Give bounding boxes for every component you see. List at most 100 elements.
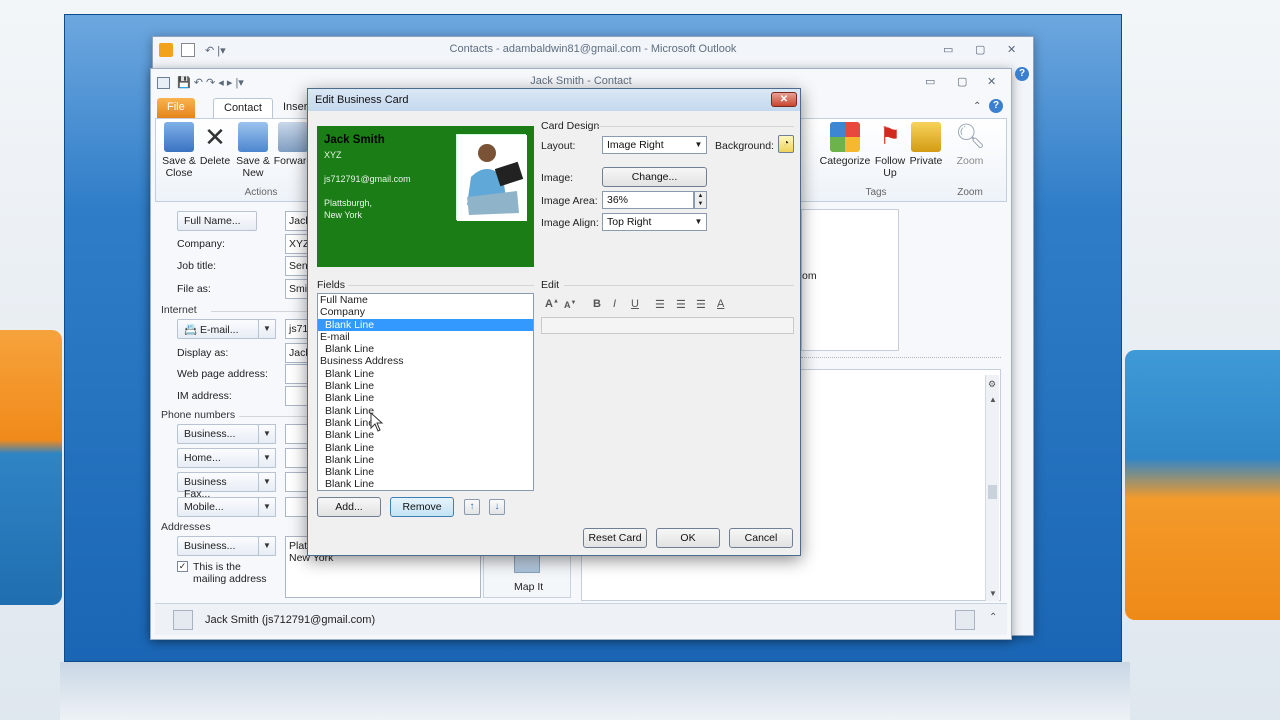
image-align-select[interactable]: Top Right ▼ [602,213,707,231]
scroll-options-icon[interactable]: ⚙ [988,379,996,390]
address-business-button[interactable]: Business... [177,536,259,556]
home-phone-button[interactable]: Home... [177,448,259,468]
scroll-down-icon[interactable]: ▼ [989,589,997,598]
grow-font-icon[interactable]: A▲ [545,298,559,310]
font-color-icon[interactable]: A [717,298,724,310]
private-button[interactable]: Private [908,122,944,167]
field-list-item[interactable]: Business Address [318,355,533,367]
field-list-item[interactable]: Blank Line [318,368,533,380]
save-new-label: Save & New [236,155,270,179]
move-up-icon[interactable]: ↑ [464,499,480,515]
full-name-button[interactable]: Full Name... [177,211,257,231]
field-list-item[interactable]: E-mail [318,331,533,343]
delete-button[interactable]: ✕ Delete [196,122,234,167]
company-field[interactable]: XYZ [285,234,309,254]
cancel-button[interactable]: Cancel [729,528,793,548]
bold-icon[interactable]: B [593,298,601,310]
edit-text-field[interactable] [541,317,794,334]
maximize-icon[interactable]: ▢ [957,75,967,88]
field-list-item[interactable]: Blank Line [318,318,533,331]
reset-card-button[interactable]: Reset Card [583,528,647,548]
email-field[interactable]: js71 [285,319,309,339]
business-phone-field[interactable] [285,424,309,444]
field-list-item[interactable]: Blank Line [318,392,533,404]
image-area-spinner[interactable]: ▲ ▼ [694,191,707,209]
change-image-button[interactable]: Change... [602,167,707,187]
field-list-item[interactable]: Blank Line [318,405,533,417]
tab-file[interactable]: File [157,98,195,118]
zoom-button[interactable]: 🔍︎ Zoom [952,122,988,167]
ribbon-collapse-icon[interactable]: ⌃ [973,101,981,112]
business-fax-field[interactable] [285,472,309,492]
phone-section-label: Phone numbers [161,409,236,421]
move-down-icon[interactable]: ↓ [489,499,505,515]
section-divider [598,126,794,127]
align-right-icon[interactable]: ☰ [696,298,706,311]
fields-list[interactable]: Full Name Company Blank Line E-mail Blank Li… [317,293,534,491]
field-list-item[interactable]: Blank Line [318,466,533,478]
field-list-item[interactable]: Blank Line [318,417,533,429]
dialog-close-button[interactable]: ✕ [771,92,797,107]
minimize-icon[interactable]: ▭ [943,43,953,56]
business-phone-button[interactable]: Business... [177,424,259,444]
close-icon[interactable]: ✕ [987,75,996,88]
scroll-thumb[interactable] [988,485,997,499]
underline-icon[interactable]: U [631,298,639,310]
mobile-phone-button[interactable]: Mobile... [177,497,259,517]
field-list-item[interactable]: Company [318,306,533,318]
remove-field-button[interactable]: Remove [390,497,454,517]
background-color-button[interactable]: ◔ [778,135,794,153]
field-list-item[interactable]: Full Name [318,294,533,306]
email-button[interactable]: 📇 E-mail... [177,319,259,339]
image-area-input[interactable]: 36% [602,191,694,209]
web-page-field[interactable] [285,364,309,384]
job-title-field[interactable]: Seni [285,256,309,276]
save-close-button[interactable]: Save & Close [160,122,198,179]
mailing-address-checkbox[interactable]: ✓ [177,561,188,572]
minimize-icon[interactable]: ▭ [925,75,935,88]
ok-button[interactable]: OK [656,528,720,548]
business-phone-dropdown[interactable]: ▼ [258,424,276,444]
mouse-cursor-icon [370,412,384,432]
people-pane-expand-icon[interactable]: ⌃ [989,612,997,623]
business-fax-dropdown[interactable]: ▼ [258,472,276,492]
categorize-button[interactable]: Categorize [818,122,872,167]
save-close-icon [164,122,194,152]
align-center-icon[interactable]: ☰ [676,298,686,311]
field-list-item[interactable]: Blank Line [318,454,533,466]
business-card-preview[interactable]: om [801,209,899,351]
display-as-field[interactable]: Jack [285,343,309,363]
file-as-field[interactable]: Smit [285,279,309,299]
shrink-font-icon[interactable]: A▼ [564,300,576,310]
tab-contact[interactable]: Contact [213,98,273,118]
address-type-dropdown[interactable]: ▼ [258,536,276,556]
italic-icon[interactable]: I [613,298,616,310]
full-name-field[interactable]: Jack [285,211,309,231]
field-list-item[interactable]: Blank Line [318,442,533,454]
notes-scrollbar[interactable]: ⚙ ▲ ▼ [985,375,999,601]
maximize-icon[interactable]: ▢ [975,43,985,56]
layout-select[interactable]: Image Right ▼ [602,136,707,154]
avatar [955,610,975,630]
business-fax-button[interactable]: Business Fax... [177,472,259,500]
desktop-decoration-left [0,330,62,605]
im-address-field[interactable] [285,386,309,406]
mobile-phone-dropdown[interactable]: ▼ [258,497,276,517]
follow-up-button[interactable]: ⚑ Follow Up [872,122,908,179]
home-phone-field[interactable] [285,448,309,468]
card-email: js712791@gmail.com [324,174,411,184]
add-field-button[interactable]: Add... [317,497,381,517]
field-list-item[interactable]: Blank Line [318,429,533,441]
save-new-button[interactable]: Save & New [234,122,272,179]
field-list-item[interactable]: Blank Line [318,343,533,355]
field-list-item[interactable]: Blank Line [318,478,533,490]
home-phone-dropdown[interactable]: ▼ [258,448,276,468]
close-icon[interactable]: ✕ [1007,43,1016,56]
mobile-phone-field[interactable] [285,497,309,517]
help-icon[interactable]: ? [1015,67,1029,81]
align-left-icon[interactable]: ☰ [655,298,665,311]
help-icon[interactable]: ? [989,99,1003,113]
email-dropdown[interactable]: ▼ [258,319,276,339]
field-list-item[interactable]: Blank Line [318,380,533,392]
scroll-up-icon[interactable]: ▲ [989,395,997,404]
